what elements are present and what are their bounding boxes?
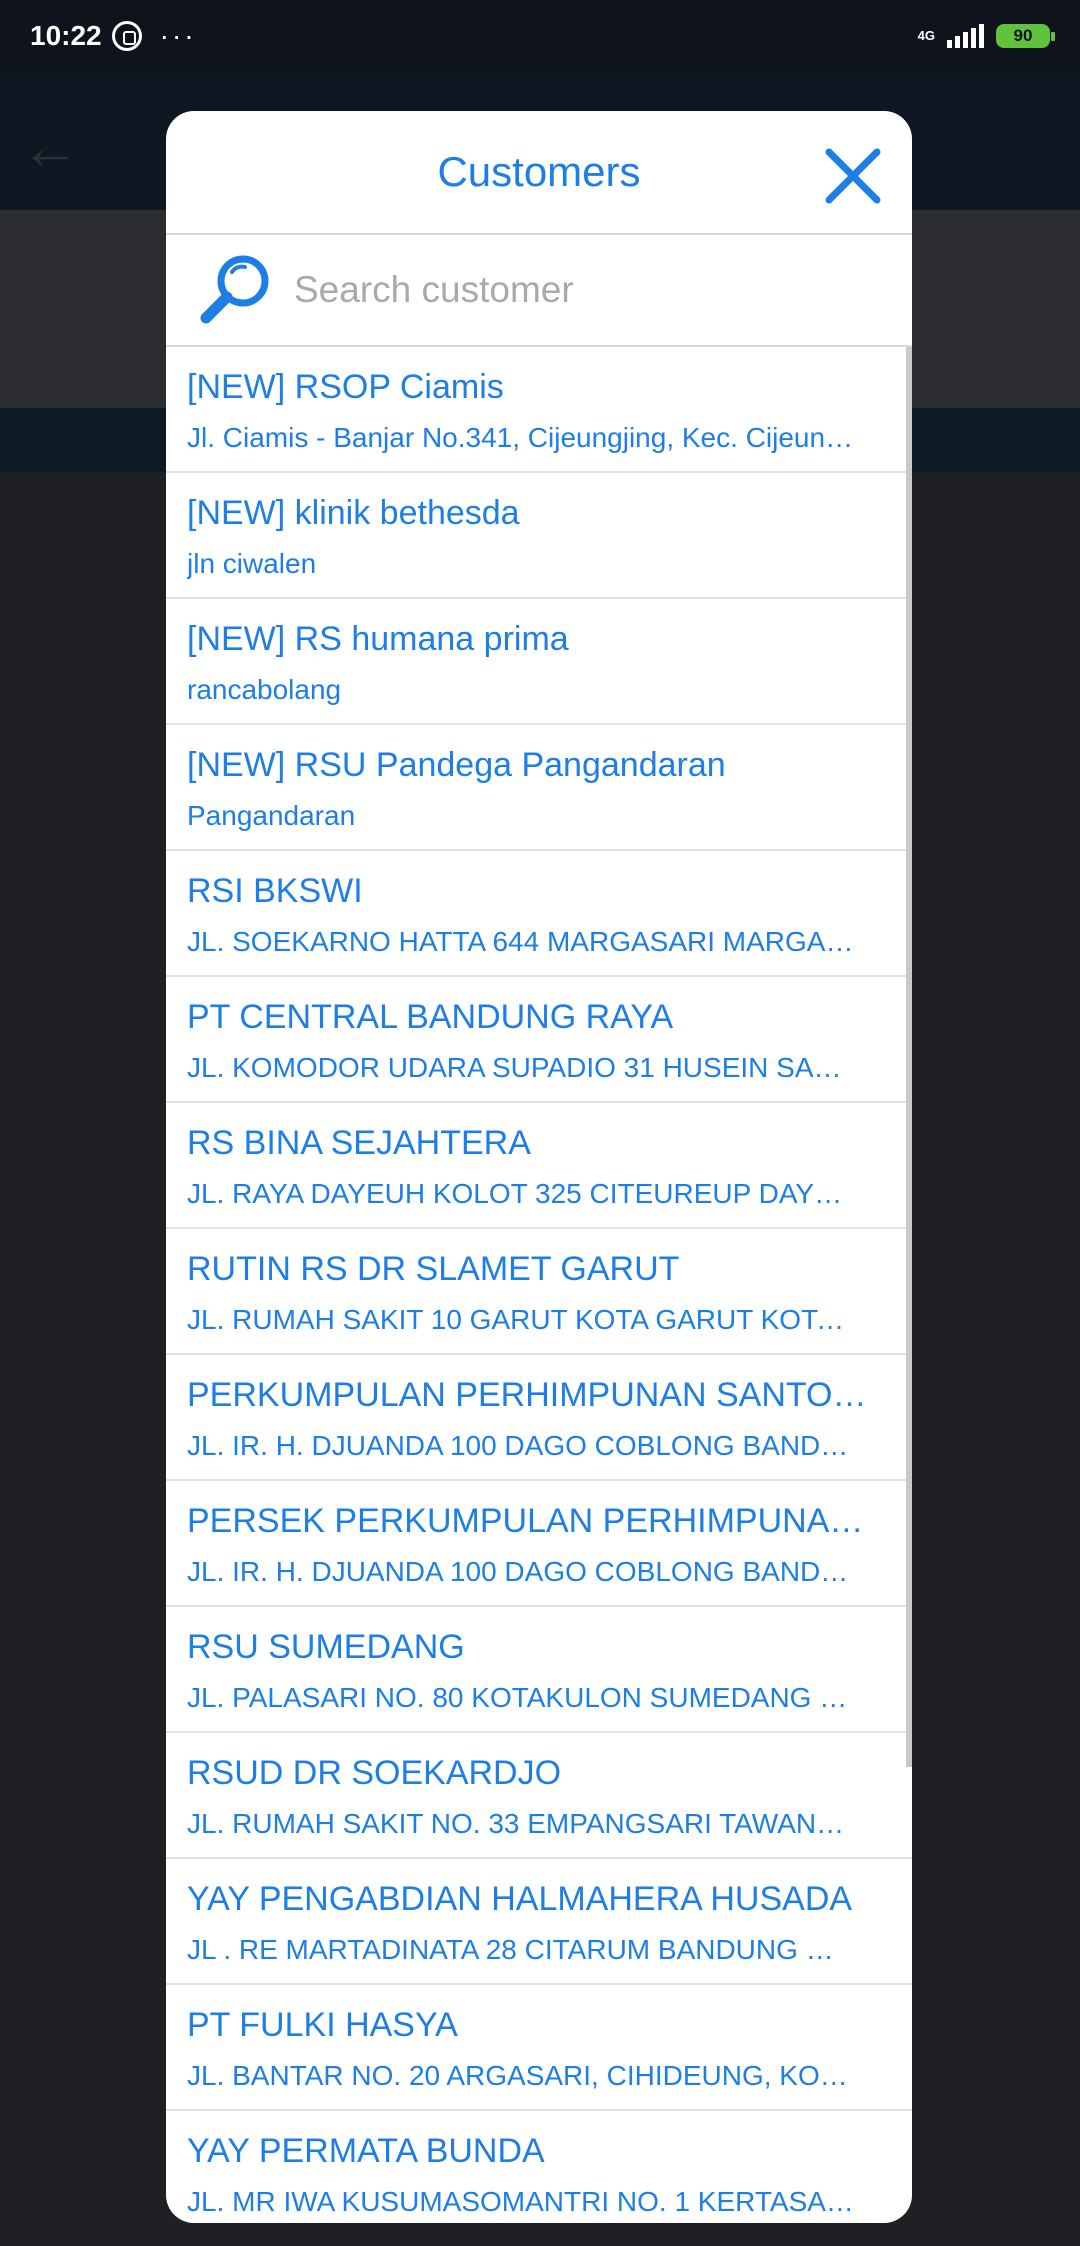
customer-name: YAY PENGABDIAN HALMAHERA HUSADA [187,1880,853,1918]
customer-list-item[interactable]: PT CENTRAL BANDUNG RAYA JL. KOMODOR UDARA… [166,977,912,1103]
dialog-title: Customers [437,148,641,195]
customer-list-item[interactable]: YAY PENGABDIAN HALMAHERA HUSADA JL . RE M… [166,1859,912,1985]
customer-name: PERKUMPULAN PERHIMPUNAN SANTO BORROMEUS [187,1376,871,1414]
customer-list-item[interactable]: PERKUMPULAN PERHIMPUNAN SANTO BORROMEUS J… [166,1355,912,1481]
scrollbar[interactable] [906,347,912,1767]
customer-list-item[interactable]: RSUD DR SOEKARDJO JL. RUMAH SAKIT NO. 33 … [166,1733,912,1859]
customer-name: [NEW] RSOP Ciamis [187,368,504,406]
dialog-header: Customers [166,111,912,235]
battery-level: 90 [1013,26,1033,45]
customer-address: JL . RE MARTADINATA 28 CITARUM BANDUNG W… [187,1934,857,1965]
search-input[interactable] [294,269,854,311]
customer-name: RUTIN RS DR SLAMET GARUT [187,1250,680,1288]
customer-address: JL. SOEKARNO HATTA 644 MARGASARI MARGACI… [187,926,857,957]
customer-name: PT CENTRAL BANDUNG RAYA [187,998,674,1036]
customer-address: JL. RUMAH SAKIT NO. 33 EMPANGSARI TAWANG… [187,1808,857,1839]
customer-address: JL. MR IWA KUSUMASOMANTRI NO. 1 KERTASAR… [187,2186,857,2217]
customer-address: JL. PALASARI NO. 80 KOTAKULON SUMEDANG S… [187,1682,857,1713]
customer-address: Pangandaran [187,800,356,831]
customer-address: JL. RAYA DAYEUH KOLOT 325 CITEUREUP DAYE… [187,1178,857,1209]
status-time: 10:22 [30,20,102,51]
customer-name: [NEW] RSU Pandega Pangandaran [187,746,726,784]
customer-list-item[interactable]: PT FULKI HASYA JL. BANTAR NO. 20 ARGASARI… [166,1985,912,2111]
customer-list-item[interactable]: PERSEK PERKUMPULAN PERHIMPUNAN SANTO BOR… [166,1481,912,1607]
back-arrow-icon: ← [20,114,80,181]
customer-address: Jl. Ciamis - Banjar No.341, Cijeungjing,… [187,422,857,453]
customer-address: jln ciwalen [187,548,317,579]
customer-name: PT FULKI HASYA [187,2006,458,2044]
search-bar [166,235,912,347]
customer-list-item[interactable]: RUTIN RS DR SLAMET GARUT JL. RUMAH SAKIT … [166,1229,912,1355]
search-icon [200,255,269,324]
customer-list-item[interactable]: YAY PERMATA BUNDA JL. MR IWA KUSUMASOMANT… [166,2111,912,2223]
customer-name: RSUD DR SOEKARDJO [187,1754,562,1792]
customer-list: [NEW] RSOP Ciamis Jl. Ciamis - Banjar No.… [166,347,912,2223]
customer-name: RSU SUMEDANG [187,1628,465,1666]
close-icon[interactable] [824,147,882,205]
customer-list-item[interactable]: [NEW] klinik bethesda jln ciwalen [166,473,912,599]
customer-name: RSI BKSWI [187,872,363,910]
status-bar: 10:22 ··· 4G 90 [0,0,1080,72]
customer-address: JL. IR. H. DJUANDA 100 DAGO COBLONG BAND… [187,1556,857,1587]
customer-name: [NEW] klinik bethesda [187,494,520,532]
customer-list-item[interactable]: [NEW] RS humana prima rancabolang [166,599,912,725]
customer-address: JL. IR. H. DJUANDA 100 DAGO COBLONG BAND… [187,1430,857,1461]
customer-list-item[interactable]: RSU SUMEDANG JL. PALASARI NO. 80 KOTAKULO… [166,1607,912,1733]
signal-icon [947,24,984,48]
customer-address: rancabolang [187,674,342,705]
network-type: 4G [917,28,935,43]
customer-name: PERSEK PERKUMPULAN PERHIMPUNAN SANTO BOR… [187,1502,871,1540]
battery-icon: 90 [996,24,1055,48]
customer-address: JL. RUMAH SAKIT 10 GARUT KOTA GARUT KOTA… [187,1304,857,1335]
customer-list-item[interactable]: [NEW] RSOP Ciamis Jl. Ciamis - Banjar No.… [166,347,912,473]
whatsapp-icon [111,21,142,51]
more-notifications-icon: ··· [159,20,197,51]
customer-address: JL. BANTAR NO. 20 ARGASARI, CIHIDEUNG, K… [187,2060,857,2091]
customer-list-item[interactable]: RSI BKSWI JL. SOEKARNO HATTA 644 MARGASAR… [166,851,912,977]
customers-dialog: Customers [NEW] RSOP Ciamis Jl. Ciamis - … [166,111,912,2223]
customer-name: [NEW] RS humana prima [187,620,569,658]
customer-name: RS BINA SEJAHTERA [187,1124,531,1162]
customer-address: JL. KOMODOR UDARA SUPADIO 31 HUSEIN SAST… [187,1052,857,1083]
customer-name: YAY PERMATA BUNDA [187,2132,545,2170]
customer-list-item[interactable]: [NEW] RSU Pandega Pangandaran Pangandaran [166,725,912,851]
customer-list-item[interactable]: RS BINA SEJAHTERA JL. RAYA DAYEUH KOLOT 3… [166,1103,912,1229]
status-indicators: 4G 90 [917,24,1055,48]
